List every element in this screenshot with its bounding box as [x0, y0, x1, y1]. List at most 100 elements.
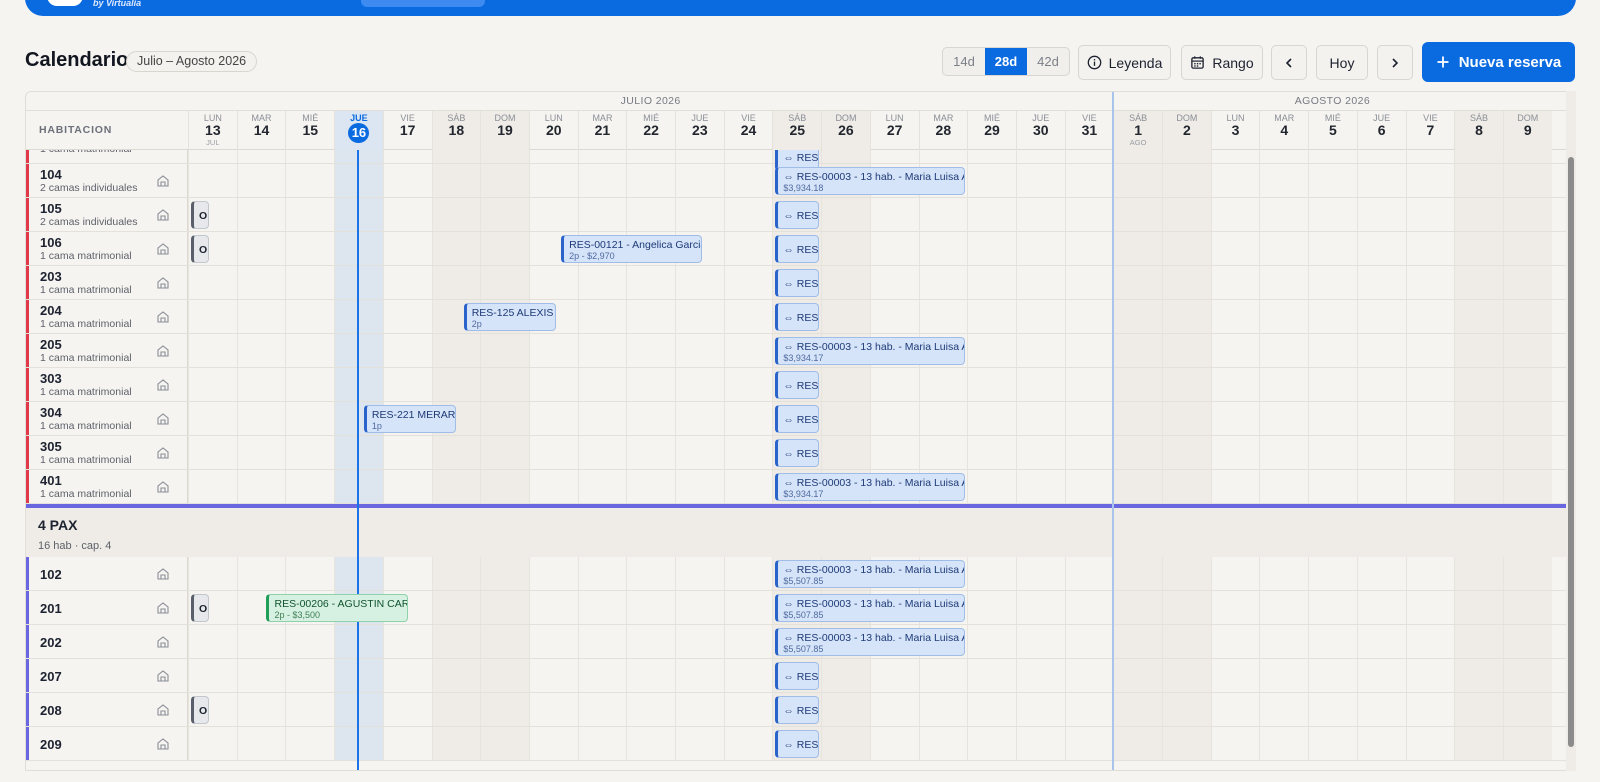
day-cell[interactable]	[1113, 150, 1162, 163]
day-cell[interactable]	[480, 659, 529, 692]
day-header[interactable]: MAR 14	[236, 111, 286, 150]
housekeeping-icon[interactable]	[156, 344, 170, 358]
day-header[interactable]: JUE 23	[675, 111, 724, 150]
day-header[interactable]: MAR 4	[1259, 111, 1308, 150]
day-cell[interactable]	[1259, 436, 1308, 469]
day-cell[interactable]	[1015, 266, 1065, 299]
housekeeping-icon[interactable]	[156, 567, 170, 581]
day-cell[interactable]	[285, 693, 334, 726]
day-cell[interactable]	[1405, 557, 1455, 590]
day-cell[interactable]	[675, 150, 724, 163]
day-header[interactable]: LUN 27	[869, 111, 919, 150]
day-cell[interactable]	[1113, 368, 1162, 401]
day-cell[interactable]	[967, 164, 1016, 197]
day-cell[interactable]	[1356, 591, 1406, 624]
day-cell[interactable]	[188, 334, 237, 367]
day-cell[interactable]	[967, 402, 1016, 435]
day-cell[interactable]	[285, 368, 334, 401]
day-cell[interactable]	[1356, 334, 1406, 367]
day-cell[interactable]	[1015, 150, 1065, 163]
day-cell[interactable]	[285, 557, 334, 590]
reservation-block[interactable]: RES-00206 - AGUSTIN CARRILLO2p - $3,500	[266, 594, 408, 622]
day-cell[interactable]	[723, 164, 773, 197]
day-cell[interactable]	[1405, 150, 1455, 163]
day-cell[interactable]	[1162, 266, 1211, 299]
day-cell[interactable]	[431, 557, 481, 590]
day-cell[interactable]	[188, 164, 237, 197]
housekeeping-icon[interactable]	[156, 669, 170, 683]
day-cell[interactable]	[1259, 659, 1308, 692]
day-header[interactable]: MIÉ 5	[1308, 111, 1357, 150]
day-cell[interactable]	[1356, 436, 1406, 469]
day-cell[interactable]	[869, 232, 919, 265]
day-cell[interactable]	[1308, 591, 1357, 624]
day-cell[interactable]	[675, 368, 724, 401]
day-cell[interactable]	[382, 232, 432, 265]
day-cell[interactable]	[382, 368, 432, 401]
day-cell[interactable]	[285, 232, 334, 265]
day-cell[interactable]	[1259, 470, 1308, 503]
reservation-block[interactable]: ⇔ RES	[775, 730, 820, 758]
day-cell[interactable]	[236, 727, 286, 760]
day-cell[interactable]	[1405, 591, 1455, 624]
day-cell[interactable]	[1259, 402, 1308, 435]
day-cell[interactable]	[431, 659, 481, 692]
room-label[interactable]: 304 1 cama matrimonial	[26, 402, 188, 435]
day-cell[interactable]	[1454, 150, 1503, 163]
day-cell[interactable]	[1210, 693, 1260, 726]
day-header[interactable]: DOM 9	[1502, 111, 1552, 150]
day-cell[interactable]	[1356, 557, 1406, 590]
day-cell[interactable]	[1210, 727, 1260, 760]
day-cell[interactable]	[577, 625, 627, 658]
day-cell[interactable]	[1162, 470, 1211, 503]
day-cell[interactable]	[285, 727, 334, 760]
day-cell[interactable]	[1015, 470, 1065, 503]
day-cell[interactable]	[1259, 164, 1308, 197]
day-cell[interactable]	[869, 659, 919, 692]
day-cell[interactable]	[967, 232, 1016, 265]
day-cell[interactable]	[577, 470, 627, 503]
day-cell[interactable]	[285, 164, 334, 197]
day-cell[interactable]	[1308, 436, 1357, 469]
day-cell[interactable]	[528, 368, 578, 401]
day-cell[interactable]	[626, 300, 675, 333]
day-cell[interactable]	[675, 300, 724, 333]
day-cell[interactable]	[1405, 625, 1455, 658]
day-header[interactable]: VIE 17	[382, 111, 432, 150]
day-cell[interactable]	[918, 402, 968, 435]
day-cell[interactable]	[528, 591, 578, 624]
day-cell[interactable]	[188, 470, 237, 503]
day-cell[interactable]	[626, 625, 675, 658]
day-cell[interactable]	[1210, 436, 1260, 469]
housekeeping-icon[interactable]	[156, 276, 170, 290]
day-cell[interactable]	[577, 198, 627, 231]
day-cell[interactable]	[675, 334, 724, 367]
day-cell[interactable]	[1454, 368, 1503, 401]
day-cell[interactable]	[285, 300, 334, 333]
day-cell[interactable]	[431, 693, 481, 726]
blocked-reservation[interactable]: O	[191, 201, 209, 229]
day-header[interactable]: DOM 19	[480, 111, 529, 150]
room-label[interactable]: 305 1 cama matrimonial	[26, 436, 188, 469]
day-cell[interactable]	[1259, 232, 1308, 265]
reservation-block[interactable]: ⇔ RES	[775, 662, 820, 690]
day-cell[interactable]	[1113, 436, 1162, 469]
day-cell[interactable]	[1064, 334, 1114, 367]
day-cell[interactable]	[1308, 164, 1357, 197]
day-cell[interactable]	[1454, 164, 1503, 197]
day-cell[interactable]	[1015, 402, 1065, 435]
day-cell[interactable]	[431, 625, 481, 658]
day-cell[interactable]	[1259, 625, 1308, 658]
day-cell[interactable]	[1356, 150, 1406, 163]
day-cell[interactable]	[528, 693, 578, 726]
day-cell[interactable]	[1259, 591, 1308, 624]
day-cell[interactable]	[918, 659, 968, 692]
room-label[interactable]: 401 1 cama matrimonial	[26, 470, 188, 503]
day-cell[interactable]	[577, 164, 627, 197]
day-cell[interactable]	[1113, 693, 1162, 726]
prev-button[interactable]	[1271, 45, 1307, 80]
day-cell[interactable]	[1356, 300, 1406, 333]
housekeeping-icon[interactable]	[156, 310, 170, 324]
day-cell[interactable]	[869, 436, 919, 469]
reservation-block[interactable]: ⇔ RES	[775, 235, 820, 263]
